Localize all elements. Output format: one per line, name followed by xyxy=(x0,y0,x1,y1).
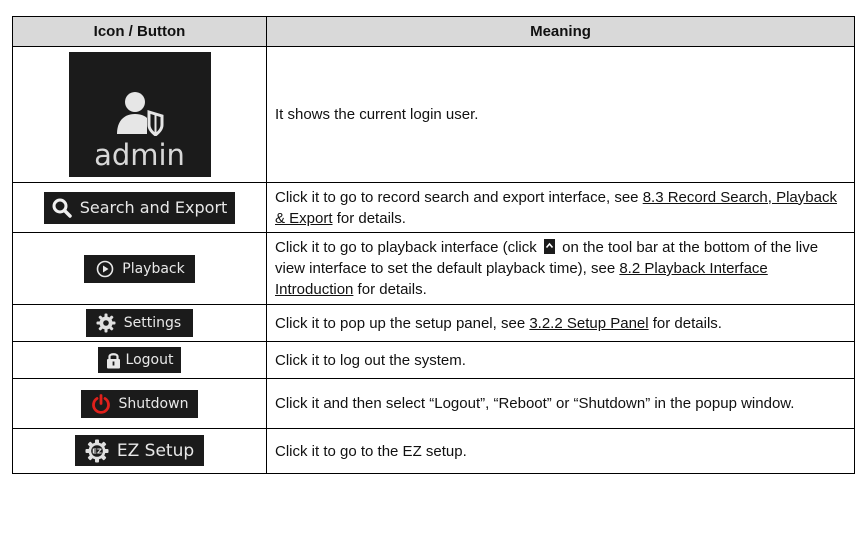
playback-button[interactable]: Playback xyxy=(84,254,195,283)
search-and-export-button[interactable]: Search and Export xyxy=(43,191,236,224)
table-row: Search and Export Click it to go to reco… xyxy=(12,182,855,233)
power-icon xyxy=(91,393,110,414)
ez-gear-icon: EZ xyxy=(85,439,109,463)
shutdown-label: Shutdown xyxy=(118,395,189,412)
shutdown-button[interactable]: Shutdown xyxy=(80,389,199,418)
search-and-export-label: Search and Export xyxy=(79,198,228,217)
lock-icon xyxy=(106,353,120,369)
admin-label: admin xyxy=(94,138,185,172)
admin-user-button[interactable]: admin xyxy=(68,52,211,177)
settings-button[interactable]: Settings xyxy=(85,309,194,337)
logout-label: Logout xyxy=(125,352,174,368)
play-circle-icon xyxy=(96,260,114,277)
table-row: Playback Click it to go to playback inte… xyxy=(12,232,855,305)
logout-button[interactable]: Logout xyxy=(97,347,182,373)
setup-panel-link[interactable]: 3.2.2 Setup Panel xyxy=(529,315,648,332)
header-row: Icon / Button Meaning xyxy=(12,16,855,47)
ez-setup-label: EZ Setup xyxy=(116,440,195,461)
table-row: Settings Click it to pop up the setup pa… xyxy=(12,304,855,342)
caret-up-icon xyxy=(543,239,555,254)
table-row: admin It shows the current login user. xyxy=(12,46,855,183)
gear-icon xyxy=(96,313,116,333)
row-description: Click it to go to playback interface (cl… xyxy=(266,232,855,305)
row-description: Click it and then select “Logout”, “Rebo… xyxy=(266,378,855,429)
table-row: Shutdown Click it and then select “Logou… xyxy=(12,378,855,429)
row-description: It shows the current login user. xyxy=(266,46,855,183)
svg-text:EZ: EZ xyxy=(92,447,102,455)
header-icon-button: Icon / Button xyxy=(12,16,267,47)
header-meaning: Meaning xyxy=(266,16,855,47)
search-icon xyxy=(52,198,72,218)
table-row: EZ EZ Setup Click it to go to the EZ set… xyxy=(12,428,855,474)
user-shield-icon xyxy=(116,92,163,136)
icon-meaning-table: Icon / Button Meaning admin It shows the… xyxy=(12,16,855,474)
playback-label: Playback xyxy=(122,260,185,277)
row-description: Click it to pop up the setup panel, see … xyxy=(266,304,855,342)
row-description: Click it to log out the system. xyxy=(266,341,855,379)
settings-label: Settings xyxy=(123,315,182,331)
row-description: Click it to go to the EZ setup. xyxy=(266,428,855,474)
table-row: Logout Click it to log out the system. xyxy=(12,341,855,379)
ez-setup-button[interactable]: EZ EZ Setup xyxy=(74,435,205,467)
row-description: Click it to go to record search and expo… xyxy=(266,182,855,233)
